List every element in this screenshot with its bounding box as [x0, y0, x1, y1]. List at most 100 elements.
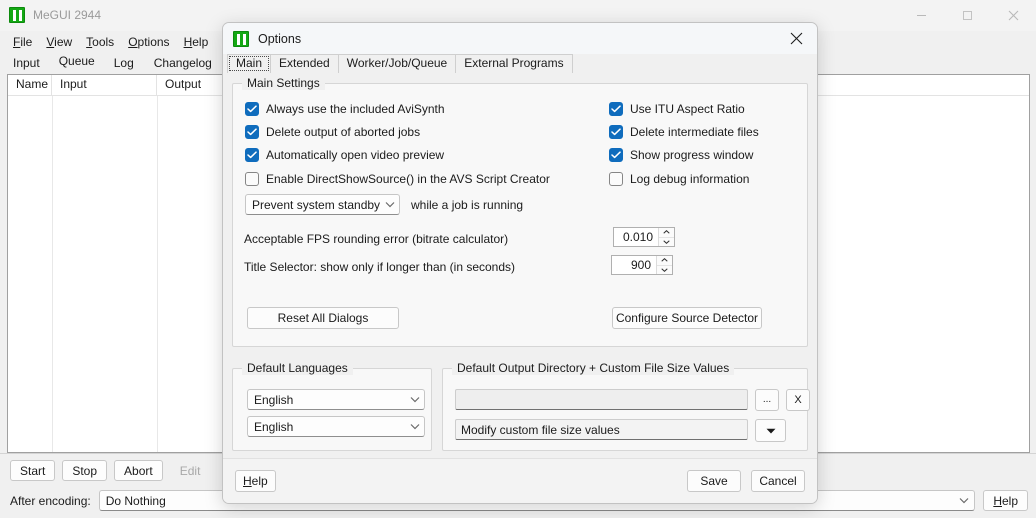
checkbox-automatically-open-video-preview[interactable]: Automatically open video preview [245, 148, 444, 162]
window-controls [898, 0, 1036, 30]
spin-up-icon[interactable] [659, 228, 674, 238]
default-language-value-1: English [254, 393, 409, 407]
checkbox-always-use-included-avisynth[interactable]: Always use the included AviSynth [245, 102, 445, 116]
abort-button[interactable]: Abort [114, 460, 163, 481]
checkbox-checked-icon [609, 102, 623, 116]
title-selector-stepper[interactable]: 900 [611, 255, 673, 275]
options-body: Main Settings Always use the included Av… [223, 73, 817, 458]
checkbox-show-progress-window[interactable]: Show progress window [609, 148, 753, 162]
chevron-down-icon [409, 394, 421, 406]
standby-behavior-select[interactable]: Prevent system standby [245, 194, 400, 215]
options-help-button[interactable]: Help [235, 470, 276, 492]
menu-file-rest: ile [20, 35, 32, 49]
app-title: MeGUI 2944 [33, 8, 101, 22]
checkbox-checked-icon [609, 125, 623, 139]
start-button[interactable]: Start [10, 460, 55, 481]
custom-file-size-values-input[interactable]: Modify custom file size values [455, 419, 748, 440]
spin-down-icon[interactable] [657, 266, 672, 275]
checkbox-use-itu-aspect-ratio[interactable]: Use ITU Aspect Ratio [609, 102, 745, 116]
column-header-input[interactable]: Input [52, 75, 157, 95]
close-icon[interactable] [775, 23, 817, 54]
options-tabstrip: Main Extended Worker/Job/Queue External … [223, 54, 817, 73]
options-dialog: Options Main Extended Worker/Job/Queue E… [222, 22, 818, 504]
caret-down-icon [766, 425, 776, 437]
spin-down-icon[interactable] [659, 238, 674, 247]
default-languages-group: Default Languages English English [232, 368, 432, 451]
main-help-button-rest: elp [1002, 495, 1018, 507]
checkbox-delete-output-of-aborted-jobs[interactable]: Delete output of aborted jobs [245, 125, 420, 139]
tab-queue[interactable]: Queue [49, 53, 105, 74]
edit-button: Edit [170, 460, 211, 481]
output-directory-group: Default Output Directory + Custom File S… [442, 368, 808, 451]
main-help-button[interactable]: Help [983, 490, 1028, 511]
checkbox-enable-directshowsource[interactable]: Enable DirectShowSource() in the AVS Scr… [245, 172, 550, 186]
default-language-select-1[interactable]: English [247, 389, 425, 410]
chevron-down-icon [409, 421, 421, 433]
minimize-icon[interactable] [898, 0, 944, 30]
menu-tools[interactable]: Tools [79, 33, 121, 51]
checkbox-checked-icon [245, 148, 259, 162]
title-selector-label: Title Selector: show only if longer than… [244, 260, 515, 274]
checkbox-unchecked-icon [609, 172, 623, 186]
checkbox-label: Delete output of aborted jobs [266, 125, 420, 139]
menu-file[interactable]: File [6, 33, 39, 51]
tab-external-programs[interactable]: External Programs [455, 54, 572, 73]
checkbox-label: Show progress window [630, 148, 753, 162]
megui-app-icon [9, 7, 25, 23]
menu-options[interactable]: Options [121, 33, 176, 51]
menu-help[interactable]: Help [177, 33, 216, 51]
spin-up-icon[interactable] [657, 256, 672, 266]
fps-rounding-stepper[interactable]: 0.010 [613, 227, 675, 247]
tab-changelog[interactable]: Changelog [144, 53, 222, 74]
default-language-select-2[interactable]: English [247, 416, 425, 437]
tab-log[interactable]: Log [104, 53, 144, 74]
close-icon[interactable] [990, 0, 1036, 30]
output-directory-group-title: Default Output Directory + Custom File S… [452, 361, 734, 375]
menu-help-rest: elp [192, 35, 208, 49]
browse-output-directory-button[interactable]: ... [755, 389, 779, 411]
checkbox-label: Always use the included AviSynth [266, 102, 445, 116]
menu-view-rest: iew [54, 35, 72, 49]
checkbox-delete-intermediate-files[interactable]: Delete intermediate files [609, 125, 759, 139]
standby-suffix-label: while a job is running [411, 198, 523, 212]
main-settings-group-title: Main Settings [242, 76, 325, 90]
column-header-name[interactable]: Name [8, 75, 52, 95]
tab-input[interactable]: Input [3, 53, 50, 74]
checkbox-unchecked-icon [245, 172, 259, 186]
menu-tools-rest: ools [92, 35, 114, 49]
checkbox-label: Enable DirectShowSource() in the AVS Scr… [266, 172, 550, 186]
checkbox-checked-icon [609, 148, 623, 162]
chevron-down-icon [384, 199, 396, 211]
tab-extended[interactable]: Extended [270, 54, 339, 73]
title-selector-spin-buttons[interactable] [656, 256, 672, 274]
fps-rounding-spin-buttons[interactable] [658, 228, 674, 246]
main-settings-group: Main Settings Always use the included Av… [232, 83, 808, 347]
checkbox-label: Delete intermediate files [630, 125, 759, 139]
tab-worker-job-queue[interactable]: Worker/Job/Queue [338, 54, 457, 73]
save-button[interactable]: Save [687, 470, 741, 492]
menu-options-rest: ptions [138, 35, 170, 49]
megui-app-icon [233, 31, 249, 47]
menu-view[interactable]: View [39, 33, 79, 51]
after-encoding-label: After encoding: [10, 494, 91, 508]
fps-rounding-label: Acceptable FPS rounding error (bitrate c… [244, 232, 508, 246]
options-help-button-rest: elp [252, 474, 268, 488]
default-languages-group-title: Default Languages [242, 361, 353, 375]
title-selector-value: 900 [612, 256, 656, 274]
tab-main[interactable]: Main [227, 54, 271, 73]
checkbox-label: Log debug information [630, 172, 749, 186]
output-directory-input[interactable] [455, 389, 748, 410]
cancel-button[interactable]: Cancel [751, 470, 805, 492]
checkbox-label: Use ITU Aspect Ratio [630, 102, 745, 116]
custom-file-size-dropdown-button[interactable] [755, 419, 786, 442]
checkbox-label: Automatically open video preview [266, 148, 444, 162]
checkbox-checked-icon [245, 102, 259, 116]
options-footer-actions: Save Cancel [687, 470, 805, 492]
checkbox-log-debug-information[interactable]: Log debug information [609, 172, 749, 186]
maximize-icon[interactable] [944, 0, 990, 30]
reset-all-dialogs-button[interactable]: Reset All Dialogs [247, 307, 399, 329]
stop-button[interactable]: Stop [62, 460, 107, 481]
configure-source-detector-button[interactable]: Configure Source Detector [612, 307, 762, 329]
default-language-value-2: English [254, 420, 409, 434]
clear-output-directory-button[interactable]: X [786, 389, 810, 411]
